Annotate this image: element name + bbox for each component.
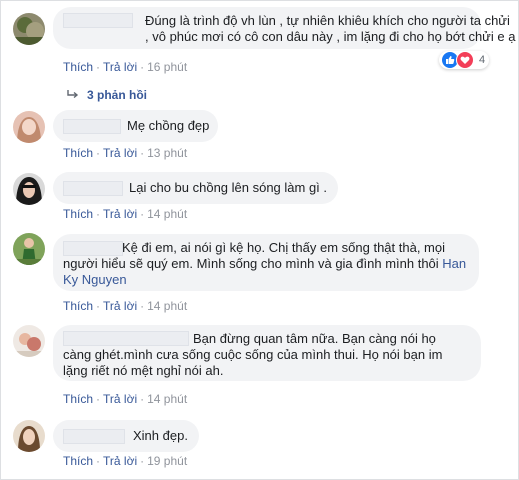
replies-count-label: 3 phản hồi xyxy=(87,88,147,102)
comment-actions: Thích · Trả lời · 14 phút xyxy=(63,392,188,406)
comment-actions: Thích · Trả lời · 19 phút xyxy=(63,454,188,468)
redacted-author-name[interactable] xyxy=(63,181,123,196)
avatar[interactable] xyxy=(13,13,45,45)
avatar[interactable] xyxy=(13,420,45,452)
reaction-count: 4 xyxy=(479,54,486,66)
like-link[interactable]: Thích xyxy=(63,207,93,221)
reactions-summary[interactable]: 4 xyxy=(439,51,490,69)
comment-bubble: Đúng là trình độ vh lùn , tự nhiên khiêu… xyxy=(53,7,515,49)
comment-actions: Thích · Trả lời · 16 phút xyxy=(63,60,188,74)
comment-text: Đúng là trình độ vh lùn , tự nhiên khiêu… xyxy=(145,13,516,44)
reply-link[interactable]: Trả lời xyxy=(103,207,137,221)
timestamp[interactable]: 14 phút xyxy=(147,207,187,221)
reply-link[interactable]: Trả lời xyxy=(103,60,137,74)
like-link[interactable]: Thích xyxy=(63,299,93,313)
reply-link[interactable]: Trả lời xyxy=(103,392,137,406)
redacted-author-name[interactable] xyxy=(63,119,121,134)
love-icon xyxy=(456,51,474,69)
timestamp[interactable]: 13 phút xyxy=(147,146,187,160)
comment-bubble: Bạn đừng quan tâm nữa. Bạn càng nói họ c… xyxy=(53,325,481,381)
comment-text: Kệ đi em, ai nói gì kệ họ. Chị thấy em s… xyxy=(63,240,470,287)
comment-bubble: Lại cho bu chồng lên sóng làm gì . xyxy=(53,172,338,204)
like-link[interactable]: Thích xyxy=(63,60,93,74)
like-link[interactable]: Thích xyxy=(63,392,93,406)
comment-bubble: Mẹ chồng đẹp xyxy=(53,110,218,142)
comment-text: Mẹ chồng đẹp xyxy=(127,118,210,133)
reply-link[interactable]: Trả lời xyxy=(103,146,137,160)
avatar[interactable] xyxy=(13,325,45,357)
avatar[interactable] xyxy=(13,233,45,265)
comment-bubble: Xinh đẹp. xyxy=(53,420,199,452)
reply-arrow-icon xyxy=(67,89,79,103)
timestamp[interactable]: 14 phút xyxy=(147,299,187,313)
reply-link[interactable]: Trả lời xyxy=(103,454,137,468)
redacted-author-name[interactable] xyxy=(63,13,133,28)
comment-actions: Thích · Trả lời · 14 phút xyxy=(63,207,188,221)
reply-link[interactable]: Trả lời xyxy=(103,299,137,313)
comment-text: Bạn đừng quan tâm nữa. Bạn càng nói họ c… xyxy=(63,331,447,378)
comment-text: Xinh đẹp. xyxy=(133,428,188,443)
redacted-author-name[interactable] xyxy=(63,429,125,444)
like-link[interactable]: Thích xyxy=(63,454,93,468)
view-replies-link[interactable]: 3 phản hồi xyxy=(67,88,147,103)
avatar[interactable] xyxy=(13,173,45,205)
comment-text: Lại cho bu chồng lên sóng làm gì . xyxy=(129,180,328,195)
timestamp[interactable]: 19 phút xyxy=(147,454,187,468)
avatar[interactable] xyxy=(13,111,45,143)
comments-panel: Đúng là trình độ vh lùn , tự nhiên khiêu… xyxy=(0,0,519,480)
comment-actions: Thích · Trả lời · 13 phút xyxy=(63,146,188,160)
comment-bubble: Kệ đi em, ai nói gì kệ họ. Chị thấy em s… xyxy=(53,234,479,291)
timestamp[interactable]: 16 phút xyxy=(147,60,187,74)
like-link[interactable]: Thích xyxy=(63,146,93,160)
timestamp[interactable]: 14 phút xyxy=(147,392,187,406)
comment-actions: Thích · Trả lời · 14 phút xyxy=(63,299,188,313)
